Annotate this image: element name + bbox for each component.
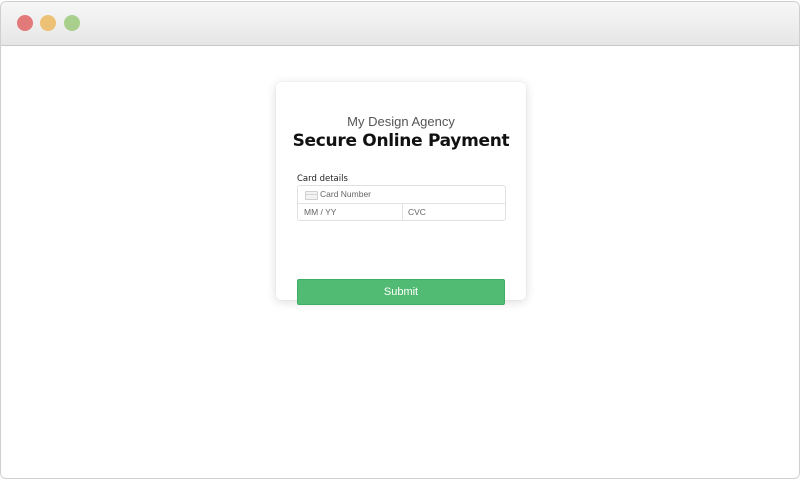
minimize-window-button[interactable] [40, 15, 56, 31]
close-window-button[interactable] [17, 15, 33, 31]
window-titlebar [1, 2, 799, 46]
page-title: Secure Online Payment [292, 131, 510, 151]
browser-window: My Design Agency Secure Online Payment C… [0, 1, 800, 479]
card-number-field[interactable]: Card Number [298, 186, 505, 204]
zoom-window-button[interactable] [64, 15, 80, 31]
expiry-field[interactable]: MM / YY [298, 204, 403, 220]
cvc-field[interactable]: CVC [403, 204, 505, 220]
expiry-placeholder: MM / YY [304, 207, 337, 217]
card-details-label: Card details [297, 174, 348, 184]
card-details-input: Card Number MM / YY CVC [297, 185, 506, 221]
agency-name: My Design Agency [347, 114, 455, 129]
page-content: My Design Agency Secure Online Payment C… [1, 46, 799, 478]
credit-card-icon [305, 191, 318, 200]
submit-button[interactable]: Submit [297, 279, 505, 305]
cvc-placeholder: CVC [408, 207, 426, 217]
payment-card: My Design Agency Secure Online Payment C… [276, 82, 526, 305]
card-expiry-cvc-row: MM / YY CVC [298, 204, 505, 220]
card-number-placeholder: Card Number [320, 189, 372, 199]
